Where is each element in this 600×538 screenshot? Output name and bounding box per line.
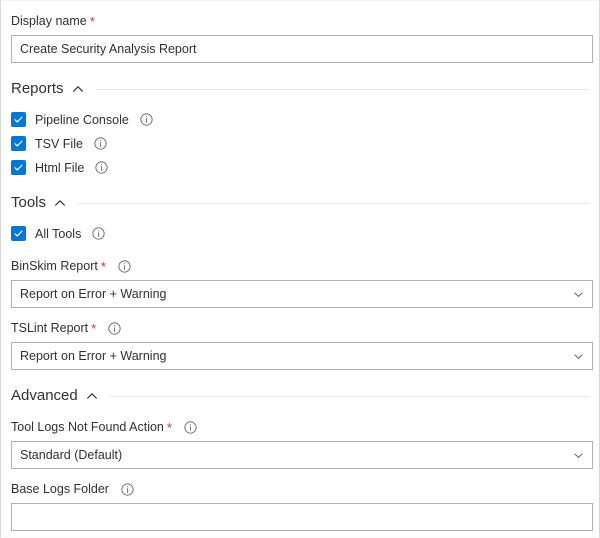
field-tool-logs-not-found-action: Tool Logs Not Found Action * Standard (D… — [11, 406, 591, 469]
display-name-label-text: Display name — [11, 13, 87, 30]
checkbox-all-tools[interactable] — [11, 226, 26, 241]
info-icon[interactable] — [184, 421, 197, 434]
checkbox-row-tsv-file[interactable]: TSV File — [11, 134, 591, 153]
checkbox-row-pipeline-console[interactable]: Pipeline Console — [11, 110, 591, 129]
checkbox-label-html-file[interactable]: Html File — [35, 161, 84, 175]
base-logs-folder-input[interactable] — [11, 503, 593, 531]
base-logs-folder-label-text: Base Logs Folder — [11, 481, 109, 498]
tool-logs-not-found-action-label: Tool Logs Not Found Action * — [11, 419, 591, 436]
required-indicator: * — [101, 260, 106, 273]
info-icon[interactable] — [108, 322, 121, 335]
base-logs-folder-label: Base Logs Folder — [11, 481, 591, 498]
checkbox-html-file[interactable] — [11, 160, 26, 175]
info-icon[interactable] — [118, 260, 131, 273]
chevron-up-icon — [86, 390, 98, 402]
info-icon[interactable] — [95, 161, 108, 174]
checkbox-pipeline-console[interactable] — [11, 112, 26, 127]
reports-checkbox-group: Pipeline Console TSV File — [11, 99, 591, 177]
section-divider-advanced — [110, 396, 589, 397]
tslint-report-label-text: TSLint Report — [11, 320, 88, 337]
tslint-report-label: TSLint Report * — [11, 320, 591, 337]
section-divider-reports — [96, 89, 589, 90]
info-icon[interactable] — [94, 137, 107, 150]
display-name-input[interactable] — [11, 35, 593, 63]
binskim-report-select-wrapper: Report on Error + Warning — [11, 280, 593, 308]
section-header-advanced[interactable]: Advanced — [11, 370, 591, 406]
section-title-reports: Reports — [11, 79, 64, 99]
info-icon[interactable] — [140, 113, 153, 126]
binskim-report-label-text: BinSkim Report — [11, 258, 98, 275]
field-binskim-report: BinSkim Report * Report on Error + Warni… — [11, 243, 591, 308]
tslint-report-select[interactable]: Report on Error + Warning — [11, 342, 593, 370]
field-display-name: Display name * — [11, 1, 591, 63]
checkbox-tsv-file[interactable] — [11, 136, 26, 151]
section-title-advanced: Advanced — [11, 386, 78, 406]
info-icon[interactable] — [121, 483, 134, 496]
display-name-label: Display name * — [11, 13, 591, 30]
section-header-reports[interactable]: Reports — [11, 63, 591, 99]
checkbox-label-pipeline-console[interactable]: Pipeline Console — [35, 113, 129, 127]
tool-logs-not-found-action-label-text: Tool Logs Not Found Action — [11, 419, 164, 436]
tslint-report-select-wrapper: Report on Error + Warning — [11, 342, 593, 370]
section-header-tools[interactable]: Tools — [11, 177, 591, 213]
task-configuration-form: Display name * Reports Pipeline Console — [0, 0, 600, 538]
required-indicator: * — [91, 322, 96, 335]
checkbox-row-all-tools[interactable]: All Tools — [11, 224, 591, 243]
tool-logs-not-found-action-select[interactable]: Standard (Default) — [11, 441, 593, 469]
required-indicator: * — [90, 15, 95, 28]
checkbox-row-html-file[interactable]: Html File — [11, 158, 591, 177]
field-tslint-report: TSLint Report * Report on Error + Warnin… — [11, 308, 591, 370]
field-base-logs-folder: Base Logs Folder — [11, 469, 591, 531]
section-divider-tools — [78, 203, 589, 204]
section-title-tools: Tools — [11, 193, 46, 213]
checkbox-label-tsv-file[interactable]: TSV File — [35, 137, 83, 151]
tools-checkbox-group: All Tools — [11, 213, 591, 243]
binskim-report-label: BinSkim Report * — [11, 258, 591, 275]
chevron-up-icon — [54, 197, 66, 209]
info-icon[interactable] — [92, 227, 105, 240]
checkbox-label-all-tools[interactable]: All Tools — [35, 227, 81, 241]
chevron-up-icon — [72, 83, 84, 95]
tool-logs-not-found-action-select-wrapper: Standard (Default) — [11, 441, 593, 469]
binskim-report-select[interactable]: Report on Error + Warning — [11, 280, 593, 308]
required-indicator: * — [167, 421, 172, 434]
